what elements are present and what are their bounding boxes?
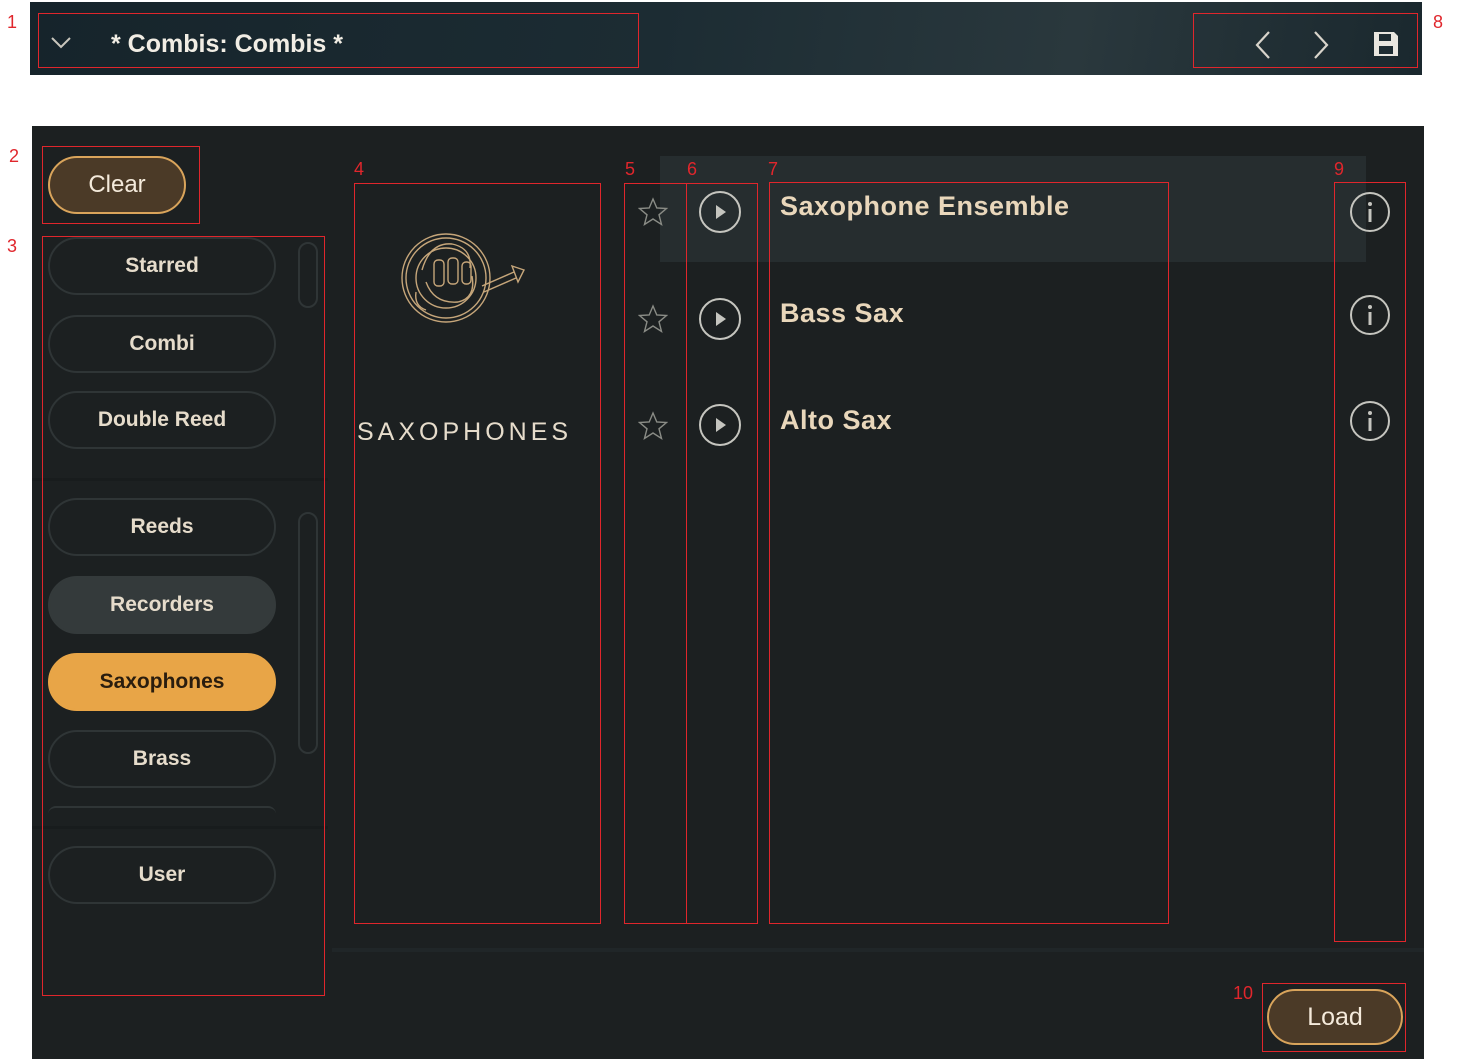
load-button[interactable]: Load	[1267, 989, 1403, 1045]
category-partial-next	[48, 806, 276, 814]
clear-button[interactable]: Clear	[48, 156, 186, 214]
header-bar: * Combis: Combis *	[30, 2, 1422, 75]
callout-5: 5	[625, 159, 636, 179]
category-combi[interactable]: Combi	[48, 315, 276, 373]
callout-7: 7	[768, 159, 779, 179]
chevron-right-icon[interactable]	[1306, 28, 1336, 62]
star-icon[interactable]	[636, 196, 670, 228]
callout-9: 9	[1334, 159, 1345, 179]
play-icon[interactable]	[697, 402, 743, 448]
horn-icon	[396, 220, 530, 330]
category-brass[interactable]: Brass	[48, 730, 276, 788]
chevron-down-icon[interactable]	[46, 28, 76, 58]
play-icon[interactable]	[697, 189, 743, 235]
category-recorders[interactable]: Recorders	[48, 576, 276, 634]
list-bottom-divider	[332, 948, 1424, 952]
callout-2: 2	[9, 146, 20, 166]
category-user[interactable]: User	[48, 846, 276, 904]
preset-name[interactable]: Saxophone Ensemble	[780, 191, 1070, 222]
preset-title[interactable]: * Combis: Combis *	[111, 30, 343, 59]
play-icon[interactable]	[697, 296, 743, 342]
category-scrollbar[interactable]	[298, 512, 318, 754]
preset-name[interactable]: Alto Sax	[780, 405, 892, 436]
preview-title: SAXOPHONES	[357, 418, 573, 446]
callout-4: 4	[354, 159, 365, 179]
callout-3: 3	[7, 236, 18, 256]
category-saxophones[interactable]: Saxophones	[48, 653, 276, 711]
category-reeds[interactable]: Reeds	[48, 498, 276, 556]
chevron-left-icon[interactable]	[1248, 28, 1278, 62]
callout-10: 10	[1233, 983, 1254, 1003]
callout-8: 8	[1433, 12, 1444, 32]
category-double-reed[interactable]: Double Reed	[48, 391, 276, 449]
sidebar-divider	[32, 478, 328, 481]
category-starred[interactable]: Starred	[48, 237, 276, 295]
top-list-scrollbar[interactable]	[298, 242, 318, 308]
sidebar-divider-bottom	[32, 826, 328, 829]
info-icon[interactable]	[1347, 189, 1393, 235]
info-icon[interactable]	[1347, 292, 1393, 338]
floppy-disk-icon[interactable]	[1370, 28, 1402, 60]
callout-1: 1	[7, 12, 18, 32]
star-icon[interactable]	[636, 303, 670, 335]
star-icon[interactable]	[636, 410, 670, 442]
callout-6: 6	[687, 159, 698, 179]
preset-name[interactable]: Bass Sax	[780, 298, 904, 329]
info-icon[interactable]	[1347, 398, 1393, 444]
